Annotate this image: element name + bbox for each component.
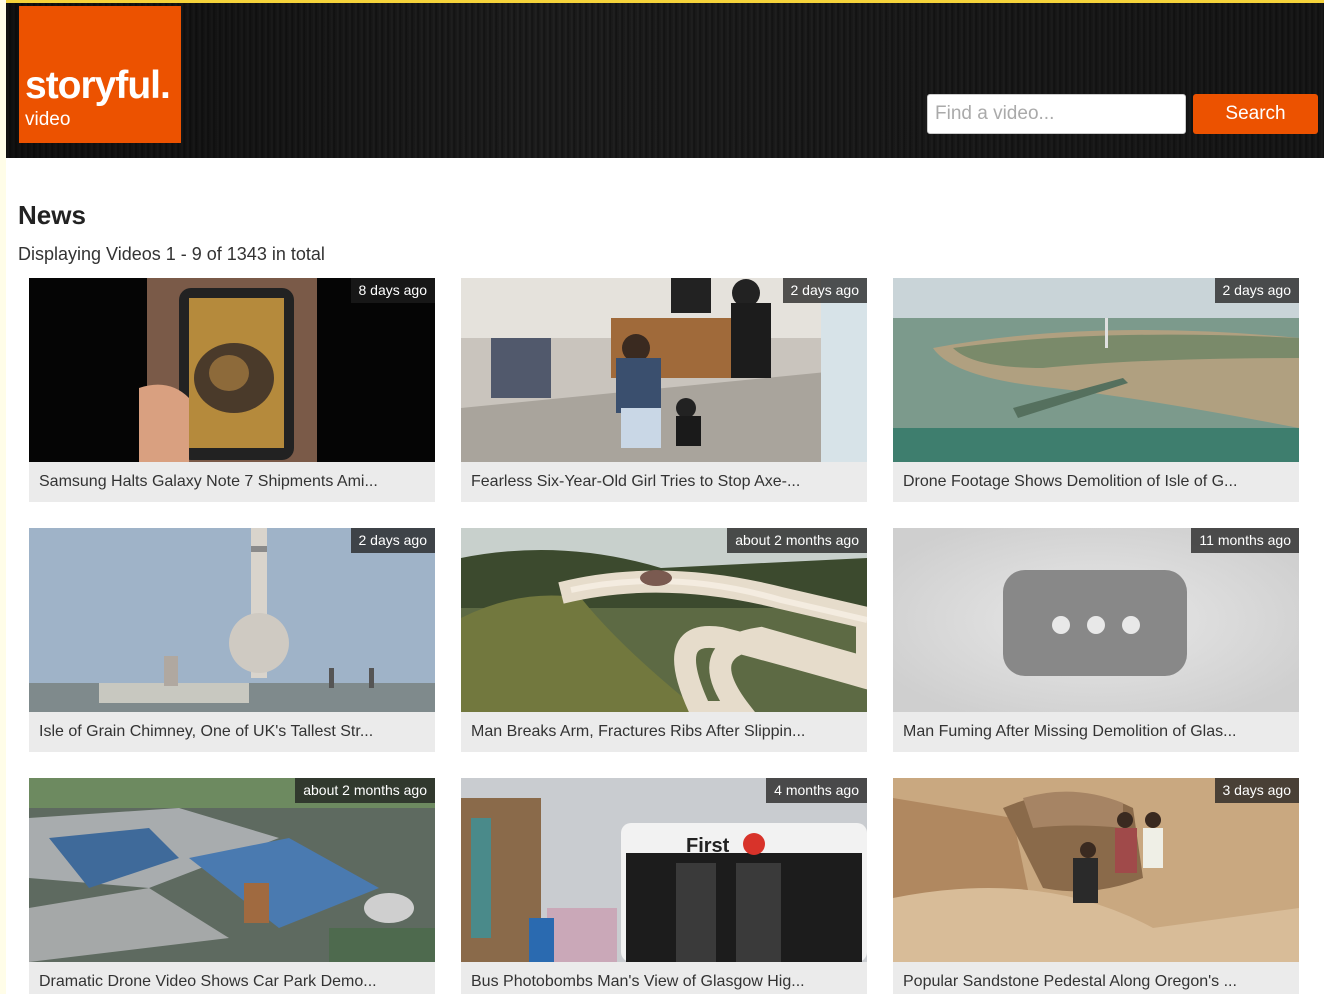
video-title[interactable]: Samsung Halts Galaxy Note 7 Shipments Am… <box>29 462 435 502</box>
bus-brand-text: First <box>686 835 730 857</box>
video-title[interactable]: Man Fuming After Missing Demolition of G… <box>893 712 1299 752</box>
video-card[interactable]: 2 days ago Drone Footage Shows Demolitio… <box>893 278 1299 502</box>
video-title[interactable]: Fearless Six-Year-Old Girl Tries to Stop… <box>461 462 867 502</box>
video-card[interactable]: 11 months ago Man Fuming After Missing D… <box>893 528 1299 752</box>
video-age-badge: 4 months ago <box>766 778 867 803</box>
video-thumbnail[interactable] <box>893 778 1299 962</box>
video-age-badge: 2 days ago <box>350 528 435 553</box>
logo-text: storyful. <box>25 64 171 107</box>
video-title[interactable]: Popular Sandstone Pedestal Along Oregon'… <box>893 962 1299 994</box>
page: storyful. video Search News Displaying V… <box>6 0 1324 994</box>
video-thumbnail[interactable] <box>29 278 435 462</box>
video-title[interactable]: Dramatic Drone Video Shows Car Park Demo… <box>29 962 435 994</box>
video-card[interactable]: First 4 months ago Bus Photobombs Man's … <box>461 778 867 994</box>
header: storyful. video Search <box>6 0 1324 158</box>
video-age-badge: 2 days ago <box>1214 278 1299 303</box>
video-thumbnail[interactable] <box>461 528 867 712</box>
video-thumbnail[interactable] <box>29 778 435 962</box>
storyful-logo[interactable]: storyful. video <box>19 6 181 143</box>
video-age-badge: 3 days ago <box>1214 778 1299 803</box>
video-title[interactable]: Bus Photobombs Man's View of Glasgow Hig… <box>461 962 867 994</box>
video-card[interactable]: 2 days ago Fearless Six-Year-Old Girl Tr… <box>461 278 867 502</box>
logo-subtext: video <box>25 109 71 130</box>
video-card[interactable]: 3 days ago Popular Sandstone Pedestal Al… <box>893 778 1299 994</box>
page-title: News <box>18 200 86 230</box>
video-thumbnail[interactable] <box>29 528 435 712</box>
video-count: Displaying Videos 1 - 9 of 1343 in total <box>18 244 325 264</box>
video-title[interactable]: Drone Footage Shows Demolition of Isle o… <box>893 462 1299 502</box>
video-age-badge: 11 months ago <box>1191 528 1299 553</box>
video-card[interactable]: 8 days ago Samsung Halts Galaxy Note 7 S… <box>29 278 435 502</box>
video-thumbnail[interactable] <box>893 278 1299 462</box>
video-thumbnail[interactable]: First <box>461 778 867 962</box>
video-age-badge: 8 days ago <box>350 278 435 303</box>
search-input[interactable] <box>927 94 1186 134</box>
video-age-badge: 2 days ago <box>782 278 867 303</box>
video-age-badge: about 2 months ago <box>727 528 867 553</box>
video-thumbnail[interactable] <box>893 528 1299 712</box>
video-card[interactable]: 2 days ago Isle of Grain Chimney, One of… <box>29 528 435 752</box>
video-title[interactable]: Man Breaks Arm, Fractures Ribs After Sli… <box>461 712 867 752</box>
video-card[interactable]: about 2 months ago Man Breaks Arm, Fract… <box>461 528 867 752</box>
video-card[interactable]: about 2 months ago Dramatic Drone Video … <box>29 778 435 994</box>
video-age-badge: about 2 months ago <box>295 778 435 803</box>
video-title[interactable]: Isle of Grain Chimney, One of UK's Talle… <box>29 712 435 752</box>
search-button[interactable]: Search <box>1193 94 1318 134</box>
video-thumbnail[interactable] <box>461 278 867 462</box>
